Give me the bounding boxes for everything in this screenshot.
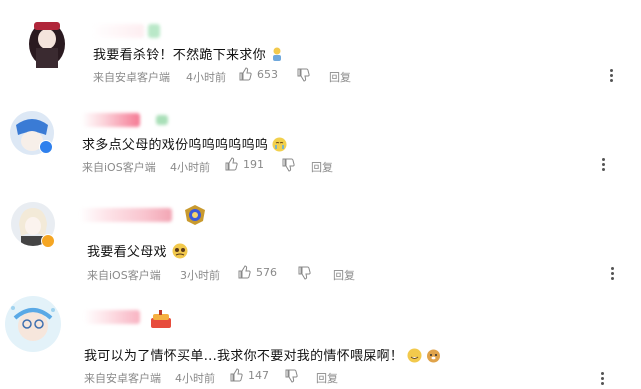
thumb-up-icon <box>239 67 252 81</box>
thumb-up-icon <box>225 157 238 171</box>
like-count: 191 <box>243 157 264 171</box>
more-options-icon[interactable] <box>602 158 606 173</box>
like-button[interactable]: 147 <box>229 368 269 382</box>
reply-button[interactable]: 回复 <box>333 267 355 283</box>
thumb-up-icon <box>238 265 251 279</box>
client-source: 来自iOS客户端 <box>87 269 161 282</box>
cake-medal-icon <box>148 310 174 334</box>
dislike-button[interactable] <box>284 368 298 387</box>
crying-emoji-icon <box>272 137 287 156</box>
level-medal-icon <box>183 204 207 230</box>
like-count: 576 <box>256 265 277 279</box>
verified-badge-icon <box>41 234 55 248</box>
comment-text: 我可以为了情怀买单...我求你不要对我的情怀喂屎啊！ <box>84 345 441 367</box>
thumb-up-icon <box>230 368 243 382</box>
like-button[interactable]: 191 <box>224 157 264 171</box>
badge-blurred <box>156 115 168 125</box>
avatar[interactable] <box>5 296 61 352</box>
comment-text: 我要看父母戏 <box>87 241 189 263</box>
more-options-icon[interactable] <box>610 69 614 84</box>
thumb-down-icon <box>298 266 311 280</box>
like-button[interactable]: 653 <box>238 67 278 81</box>
username-blurred[interactable] <box>84 310 140 324</box>
more-options-icon[interactable] <box>611 267 615 282</box>
reply-button[interactable]: 回复 <box>311 159 333 175</box>
badge-blurred <box>148 24 160 38</box>
dislike-button[interactable] <box>297 265 311 284</box>
comment-text: 我要看杀铃！不然跪下来求你 <box>93 44 284 66</box>
like-button[interactable]: 576 <box>237 265 277 279</box>
grinning-emoji-icon <box>407 348 422 367</box>
thumb-down-icon <box>282 158 295 172</box>
kneel-emoji-icon <box>270 47 284 66</box>
reply-button[interactable]: 回复 <box>329 69 351 85</box>
dislike-button[interactable] <box>281 157 295 176</box>
username-blurred[interactable] <box>80 208 172 222</box>
username-blurred[interactable] <box>92 24 144 38</box>
avatar[interactable] <box>20 14 74 72</box>
client-source: 来自安卓客户端 <box>93 71 170 84</box>
pleading-emoji-icon <box>171 243 189 263</box>
comment-text: 求多点父母的戏份呜呜呜呜呜呜 <box>82 134 287 156</box>
dog-emoji-icon <box>426 348 441 367</box>
comment-time: 4小时前 <box>175 372 215 385</box>
thumb-down-icon <box>297 68 310 82</box>
username-blurred[interactable] <box>82 113 140 127</box>
like-count: 147 <box>248 368 269 382</box>
dislike-button[interactable] <box>296 67 310 86</box>
reply-button[interactable]: 回复 <box>316 370 338 386</box>
client-source: 来自安卓客户端 <box>84 372 161 385</box>
client-source: 来自iOS客户端 <box>82 161 156 174</box>
like-count: 653 <box>257 67 278 81</box>
comment-time: 4小时前 <box>186 71 226 84</box>
comment-time: 3小时前 <box>180 269 220 282</box>
comment-time: 4小时前 <box>170 161 210 174</box>
more-options-icon[interactable] <box>601 372 605 387</box>
thumb-down-icon <box>285 369 298 383</box>
verified-badge-icon <box>39 140 53 154</box>
